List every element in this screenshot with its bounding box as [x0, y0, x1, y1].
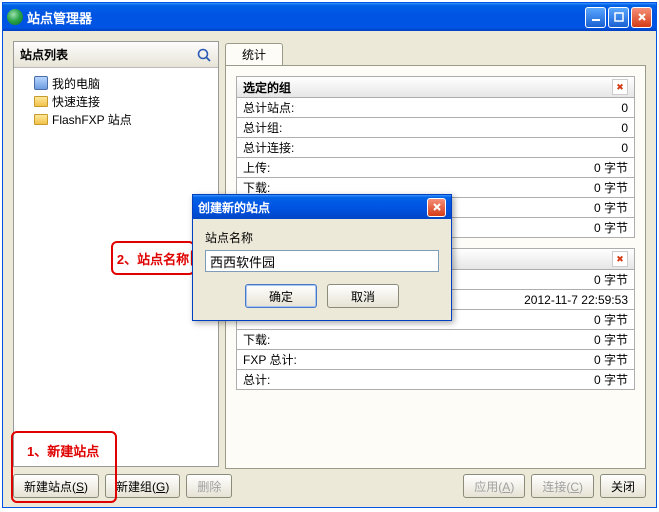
close-footer-button[interactable]: 关闭	[600, 474, 646, 498]
tree-item-mycomputer[interactable]: 我的电脑	[20, 74, 212, 92]
group-header-selected: 选定的组	[236, 76, 635, 98]
create-site-dialog: 创建新的站点 站点名称 确定 取消	[192, 194, 452, 321]
table-row: 总计:0 字节	[237, 370, 634, 390]
new-group-button[interactable]: 新建组(G)	[105, 474, 180, 498]
site-tree[interactable]: 我的电脑 快速连接 FlashFXP 站点	[14, 68, 218, 134]
cancel-button[interactable]: 取消	[327, 284, 399, 308]
connect-button[interactable]: 连接(C)	[531, 474, 594, 498]
search-icon[interactable]	[196, 47, 212, 63]
dialog-title: 创建新的站点	[198, 199, 427, 216]
minimize-button[interactable]	[585, 7, 606, 28]
clear-group-icon[interactable]	[612, 79, 628, 95]
site-list-title: 站点列表	[20, 46, 196, 63]
new-site-button[interactable]: 新建站点(S)	[13, 474, 99, 498]
app-icon	[7, 9, 23, 25]
site-name-input[interactable]	[205, 250, 439, 272]
table-row: 上传:0 字节	[237, 158, 634, 178]
apply-button[interactable]: 应用(A)	[463, 474, 525, 498]
close-button[interactable]	[631, 7, 652, 28]
delete-button[interactable]: 删除	[186, 474, 232, 498]
dialog-close-button[interactable]	[427, 198, 446, 217]
table-row: 总计站点:0	[237, 98, 634, 118]
table-row: 总计组:0	[237, 118, 634, 138]
folder-icon	[34, 114, 48, 125]
site-list-header: 站点列表	[14, 42, 218, 68]
dialog-titlebar[interactable]: 创建新的站点	[193, 195, 451, 219]
clear-group-icon[interactable]	[612, 251, 628, 267]
ok-button[interactable]: 确定	[245, 284, 317, 308]
table-row: 下载:0 字节	[237, 330, 634, 350]
tab-stats[interactable]: 统计	[225, 43, 283, 65]
tree-item-flashfxp[interactable]: FlashFXP 站点	[20, 110, 212, 128]
table-row: 总计连接:0	[237, 138, 634, 158]
table-row: FXP 总计:0 字节	[237, 350, 634, 370]
site-name-label: 站点名称	[205, 229, 439, 246]
site-list-panel: 站点列表 我的电脑 快速连接 FlashFXP 站点	[13, 41, 219, 467]
window-title: 站点管理器	[27, 8, 583, 27]
computer-icon	[34, 76, 48, 90]
tree-item-quickconnect[interactable]: 快速连接	[20, 92, 212, 110]
folder-icon	[34, 96, 48, 107]
titlebar[interactable]: 站点管理器	[3, 3, 656, 31]
maximize-button[interactable]	[608, 7, 629, 28]
dialog-body: 站点名称 确定 取消	[193, 219, 451, 320]
tab-strip: 统计	[225, 41, 646, 65]
footer-buttons: 新建站点(S) 新建组(G) 删除 应用(A) 连接(C) 关闭	[13, 473, 646, 499]
